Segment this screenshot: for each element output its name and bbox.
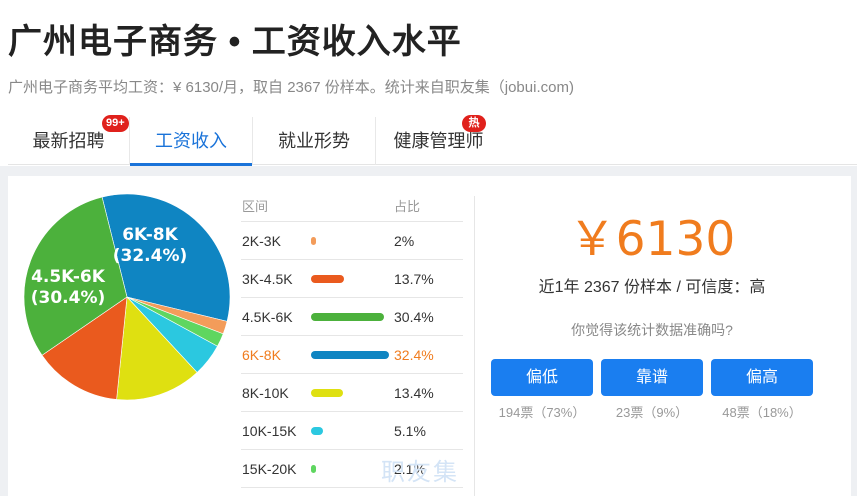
pie-label-left-range: 4.5K-6K: [31, 267, 106, 287]
tab-employment[interactable]: 就业形势: [253, 117, 376, 165]
tab-latest-jobs[interactable]: 最新招聘 99+: [8, 115, 130, 165]
row-pct: 13.4%: [394, 385, 434, 401]
vote-low-button[interactable]: 偏低: [491, 359, 593, 396]
accuracy-question: 你觉得该统计数据准确吗?: [571, 322, 733, 338]
row-range: 3K-4.5K: [242, 271, 293, 287]
tab-badge-count: 99+: [102, 115, 129, 132]
salary-pie-chart: 6K-8K (32.4%) 4.5K-6K (30.4%): [23, 193, 231, 401]
row-range: 10K-15K: [242, 423, 297, 439]
header-pct: 占比: [394, 199, 421, 214]
row-bar: [311, 237, 316, 245]
row-range: 15K-20K: [242, 461, 297, 477]
row-range: 8K-10K: [242, 385, 289, 401]
row-bar: [311, 313, 385, 321]
vote-accurate-count: 23票（9%）: [615, 405, 689, 420]
distribution-rows: 2K-3K 2% 3K-4.5K 13.7% 4.5K-6K 30.4% 6K-8K 32.4…: [241, 222, 463, 488]
distribution-row: 10K-15K 5.1%: [241, 412, 463, 450]
tab-health-manager[interactable]: 健康管理师 热: [376, 115, 501, 165]
row-bar: [311, 351, 389, 359]
row-range: 2K-3K: [242, 233, 281, 249]
page-subtitle: 广州电子商务平均工资：¥ 6130/月，取自 2367 份样本。统计来自职友集（…: [8, 79, 574, 96]
vertical-divider: [474, 196, 475, 496]
distribution-row: 6K-8K 32.4%: [241, 336, 463, 374]
vote-low-count: 194票（73%）: [498, 405, 586, 420]
vote-high-count: 48票（18%）: [722, 405, 802, 420]
tab-bar: 最新招聘 99+ 工资收入 就业形势 健康管理师 热: [8, 115, 857, 166]
row-pct: 5.1%: [394, 423, 426, 439]
row-pct: 13.7%: [394, 271, 434, 287]
salary-distribution-table: 区间 占比 2K-3K 2% 3K-4.5K 13.7% 4.5K-6K 30.4% 6K-…: [241, 192, 463, 488]
pie-label-left-pct: (30.4%): [31, 288, 106, 308]
row-pct: 30.4%: [394, 309, 434, 325]
page-title: 广州电子商务 • 工资收入水平: [8, 23, 462, 61]
distribution-row: 3K-4.5K 13.7%: [241, 260, 463, 298]
distribution-row: 2K-3K 2%: [241, 222, 463, 260]
distribution-row: 8K-10K 13.4%: [241, 374, 463, 412]
pie-label-top-range: 6K-8K: [122, 225, 178, 245]
row-pct: 2%: [394, 233, 415, 249]
distribution-header: 区间 占比: [241, 192, 463, 222]
row-range: 4.5K-6K: [242, 309, 293, 325]
row-pct: 32.4%: [394, 347, 434, 363]
vote-accurate-button[interactable]: 靠谱: [601, 359, 703, 396]
row-range: 6K-8K: [242, 347, 281, 363]
header-range: 区间: [242, 199, 269, 214]
tab-label: 健康管理师: [393, 131, 484, 151]
row-bar: [311, 465, 317, 473]
pie-label-top-pct: (32.4%): [113, 246, 188, 266]
tab-salary[interactable]: 工资收入: [130, 117, 253, 166]
tab-label: 就业形势: [278, 131, 350, 151]
vote-high-button[interactable]: 偏高: [711, 359, 813, 396]
sample-info: 近1年 2367 份样本 / 可信度：高: [538, 279, 766, 296]
tab-badge-hot: 热: [462, 115, 486, 132]
row-bar: [311, 427, 324, 435]
average-salary: ￥6130: [568, 212, 736, 267]
row-bar: [311, 389, 344, 397]
tab-label: 工资收入: [155, 131, 227, 151]
watermark-logo: 职友集: [381, 459, 459, 486]
tab-label: 最新招聘: [32, 131, 105, 151]
row-bar: [311, 275, 344, 283]
distribution-row: 4.5K-6K 30.4%: [241, 298, 463, 336]
